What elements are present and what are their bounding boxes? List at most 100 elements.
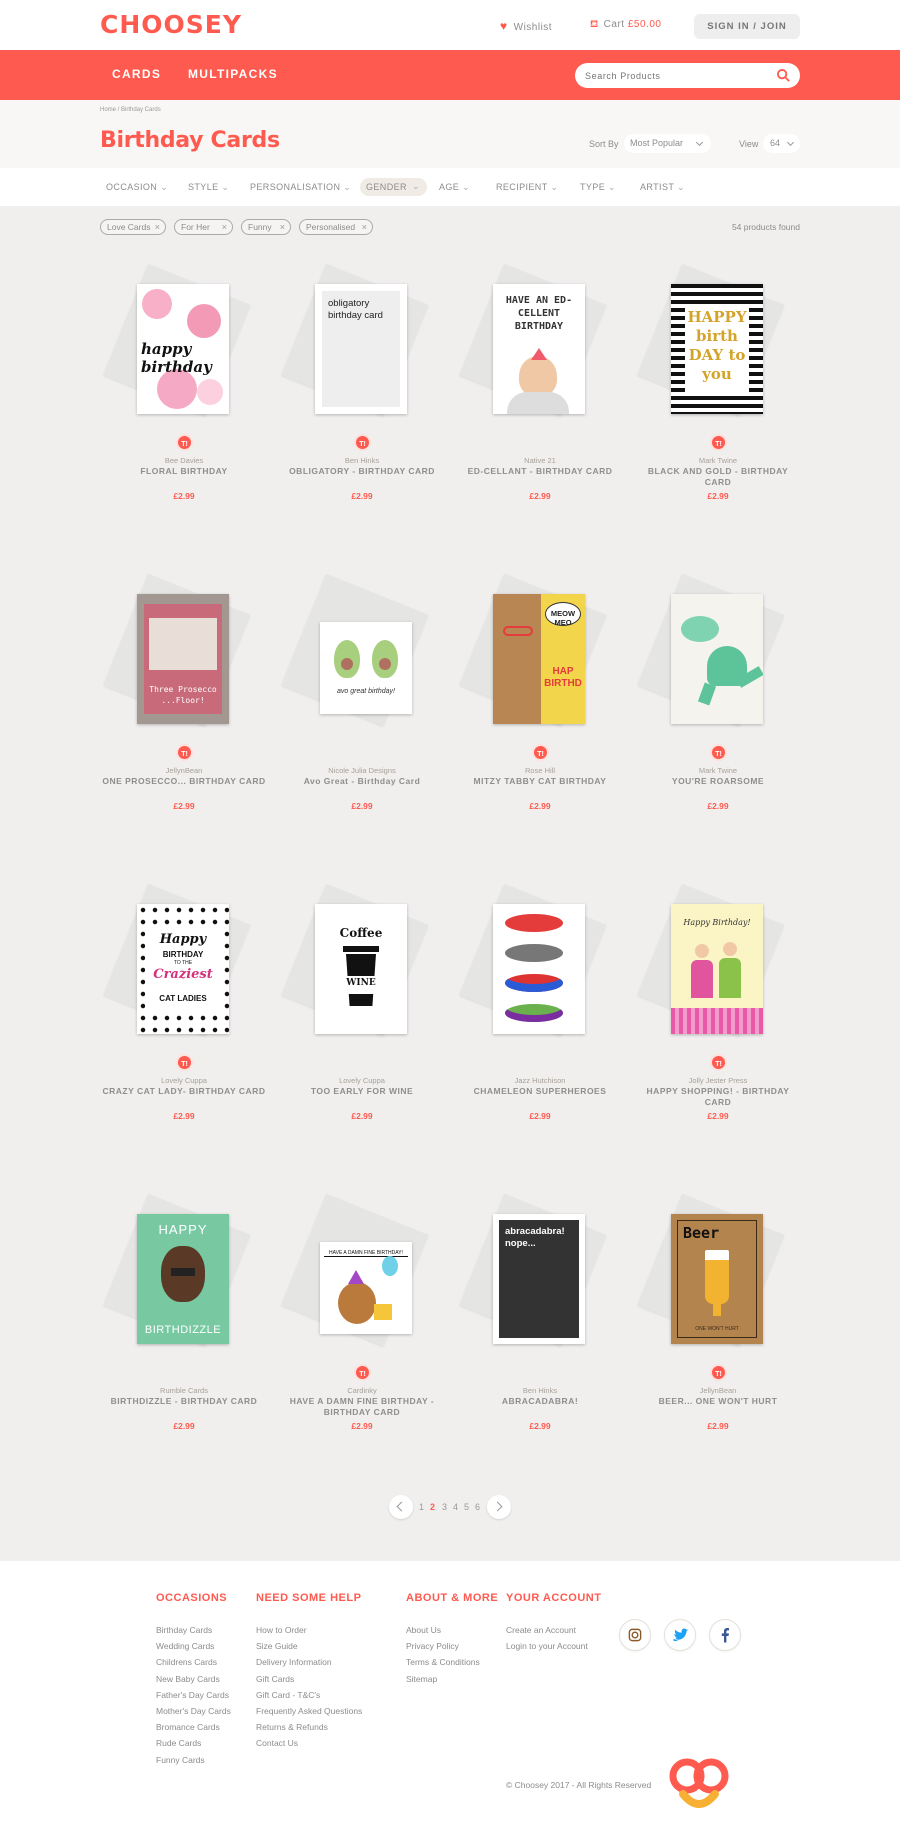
page-6[interactable]: 6 — [475, 1502, 480, 1512]
nav-multipacks[interactable]: MULTIPACKS — [188, 67, 278, 81]
product-card[interactable]: HAPPY birth DAY to you T! Mark Twine BLACK… — [634, 260, 802, 550]
card-image[interactable]: Three Prosecco ...Floor! — [137, 594, 229, 724]
choosey-mascot-logo[interactable] — [669, 1758, 729, 1814]
sort-select[interactable]: Most Popular — [624, 134, 711, 153]
footer-link[interactable]: Gift Card - T&C's — [256, 1690, 320, 1700]
product-card[interactable]: Happy BIRTHDAY TO THE Craziest CAT LADIE… — [100, 880, 268, 1170]
product-name[interactable]: CHAMELEON SUPERHEROES — [456, 1086, 624, 1097]
cart-link[interactable]: ⛾ Cart £50.00 — [590, 19, 661, 32]
card-image[interactable]: Coffee WINE — [315, 904, 407, 1034]
close-icon[interactable]: × — [155, 222, 160, 232]
footer-link[interactable]: Delivery Information — [256, 1657, 332, 1667]
breadcrumb[interactable]: Home / Birthday Cards — [100, 107, 161, 113]
footer-link[interactable]: Bromance Cards — [156, 1722, 220, 1732]
tag-personalised[interactable]: Personalised × — [299, 219, 373, 235]
product-seller[interactable]: Ben Hinks — [456, 1386, 624, 1395]
product-seller[interactable]: Rumble Cards — [100, 1386, 268, 1395]
filter-artist[interactable]: ARTIST ⌄ — [640, 182, 685, 193]
product-card[interactable]: Three Prosecco ...Floor! T! JellynBean ONE… — [100, 570, 268, 860]
product-card[interactable]: Beer ONE WON'T HURT T! JellynBean BEER... … — [634, 1190, 802, 1480]
card-image[interactable]: MEOW MEO HAP BIRTHD — [493, 594, 585, 724]
product-seller[interactable]: Mark Twine — [634, 456, 802, 465]
product-card[interactable]: Jazz Hutchison CHAMELEON SUPERHEROES £2.99 — [456, 880, 624, 1170]
product-seller[interactable]: Mark Twine — [634, 766, 802, 775]
product-name[interactable]: BEER... ONE WON'T HURT — [634, 1396, 802, 1407]
footer-link[interactable]: Wedding Cards — [156, 1641, 214, 1651]
close-icon[interactable]: × — [222, 222, 227, 232]
filter-type[interactable]: TYPE ⌄ — [580, 182, 616, 193]
product-name[interactable]: BIRTHDIZZLE - BIRTHDAY CARD — [100, 1396, 268, 1407]
footer-link[interactable]: Father's Day Cards — [156, 1690, 229, 1700]
footer-link[interactable]: Childrens Cards — [156, 1657, 217, 1667]
twitter-button[interactable] — [664, 1619, 696, 1651]
card-image[interactable]: HAVE AN ED-CELLENT BIRTHDAY — [493, 284, 585, 414]
product-name[interactable]: FLORAL BIRTHDAY — [100, 466, 268, 477]
close-icon[interactable]: × — [362, 222, 367, 232]
footer-link[interactable]: Rude Cards — [156, 1738, 201, 1748]
card-image[interactable]: Beer ONE WON'T HURT — [671, 1214, 763, 1344]
product-card[interactable]: HAVE A DAMN FINE BIRTHDAY! T! Cardinky HAV… — [278, 1190, 446, 1480]
footer-link[interactable]: Terms & Conditions — [406, 1657, 480, 1667]
page-4[interactable]: 4 — [453, 1502, 458, 1512]
product-name[interactable]: MITZY TABBY CAT BIRTHDAY — [456, 776, 624, 787]
product-seller[interactable]: Rose Hill — [456, 766, 624, 775]
product-card[interactable]: obligatory birthday card T! Ben Hinks OBLI… — [278, 260, 446, 550]
logo[interactable]: CHOOSEY — [100, 10, 242, 39]
product-name[interactable]: OBLIGATORY - BIRTHDAY CARD — [278, 466, 446, 477]
product-name[interactable]: ONE PROSECCO... BIRTHDAY CARD — [100, 776, 268, 787]
card-image[interactable] — [671, 594, 763, 724]
view-select[interactable]: 64 — [763, 134, 800, 153]
footer-link[interactable]: Mother's Day Cards — [156, 1706, 231, 1716]
product-seller[interactable]: Bee Davies — [100, 456, 268, 465]
product-name[interactable]: BLACK AND GOLD - BIRTHDAY CARD — [634, 466, 802, 488]
tag-funny[interactable]: Funny × — [241, 219, 291, 235]
product-seller[interactable]: Native 21 — [456, 456, 624, 465]
nav-cards[interactable]: CARDS — [112, 67, 161, 81]
filter-recipient[interactable]: RECIPIENT ⌄ — [496, 182, 558, 193]
product-card[interactable]: happy birthday T! Bee Davies FLORAL BIRTHD… — [100, 260, 268, 550]
page-3[interactable]: 3 — [442, 1502, 447, 1512]
footer-link[interactable]: Size Guide — [256, 1641, 298, 1651]
product-card[interactable]: avo great birthday! Nicole Julia Designs… — [278, 570, 446, 860]
facebook-button[interactable] — [709, 1619, 741, 1651]
footer-link[interactable]: Returns & Refunds — [256, 1722, 328, 1732]
card-image[interactable]: obligatory birthday card — [315, 284, 407, 414]
filter-occasion[interactable]: OCCASION ⌄ — [106, 182, 168, 193]
product-card[interactable]: HAPPY BIRTHDIZZLE Rumble Cards BIRTHDIZZL… — [100, 1190, 268, 1480]
filter-style[interactable]: STYLE ⌄ — [188, 182, 229, 193]
product-card[interactable]: Happy Birthday! T! Jolly Jester Press HAPP… — [634, 880, 802, 1170]
tag-for-her[interactable]: For Her × — [174, 219, 233, 235]
footer-link[interactable]: Privacy Policy — [406, 1641, 459, 1651]
product-card[interactable]: abracadabra! nope... Ben Hinks ABRACADABR… — [456, 1190, 624, 1480]
card-image[interactable]: Happy BIRTHDAY TO THE Craziest CAT LADIE… — [137, 904, 229, 1034]
footer-link[interactable]: Funny Cards — [156, 1755, 205, 1765]
card-image[interactable]: avo great birthday! — [320, 622, 412, 714]
card-image[interactable]: happy birthday — [137, 284, 229, 414]
footer-link[interactable]: About Us — [406, 1625, 441, 1635]
footer-link[interactable]: Frequently Asked Questions — [256, 1706, 362, 1716]
product-seller[interactable]: Cardinky — [278, 1386, 446, 1395]
product-name[interactable]: CRAZY CAT LADY- BIRTHDAY CARD — [100, 1086, 268, 1097]
product-seller[interactable]: Lovely Cuppa — [100, 1076, 268, 1085]
close-icon[interactable]: × — [280, 222, 285, 232]
footer-link[interactable]: Sitemap — [406, 1674, 437, 1684]
page-5[interactable]: 5 — [464, 1502, 469, 1512]
footer-link[interactable]: Gift Cards — [256, 1674, 294, 1684]
footer-link[interactable]: How to Order — [256, 1625, 307, 1635]
card-image[interactable]: Happy Birthday! — [671, 904, 763, 1034]
product-name[interactable]: HAVE A DAMN FINE BIRTHDAY - BIRTHDAY CAR… — [278, 1396, 446, 1418]
product-name[interactable]: Avo Great - Birthday Card — [278, 776, 446, 787]
product-name[interactable]: ABRACADABRA! — [456, 1396, 624, 1407]
prev-page-button[interactable] — [389, 1495, 413, 1519]
tag-love-cards[interactable]: Love Cards × — [100, 219, 166, 235]
product-name[interactable]: HAPPY SHOPPING! - BIRTHDAY CARD — [634, 1086, 802, 1108]
footer-link[interactable]: Create an Account — [506, 1625, 576, 1635]
footer-link[interactable]: Birthday Cards — [156, 1625, 212, 1635]
wishlist-link[interactable]: ♥ Wishlist — [500, 19, 552, 33]
filter-personalisation[interactable]: PERSONALISATION ⌄ — [250, 182, 351, 193]
page-1[interactable]: 1 — [419, 1502, 424, 1512]
footer-link[interactable]: Contact Us — [256, 1738, 298, 1748]
search-input[interactable] — [585, 67, 765, 84]
product-name[interactable]: TOO EARLY FOR WINE — [278, 1086, 446, 1097]
filter-age[interactable]: AGE ⌄ — [439, 182, 470, 193]
